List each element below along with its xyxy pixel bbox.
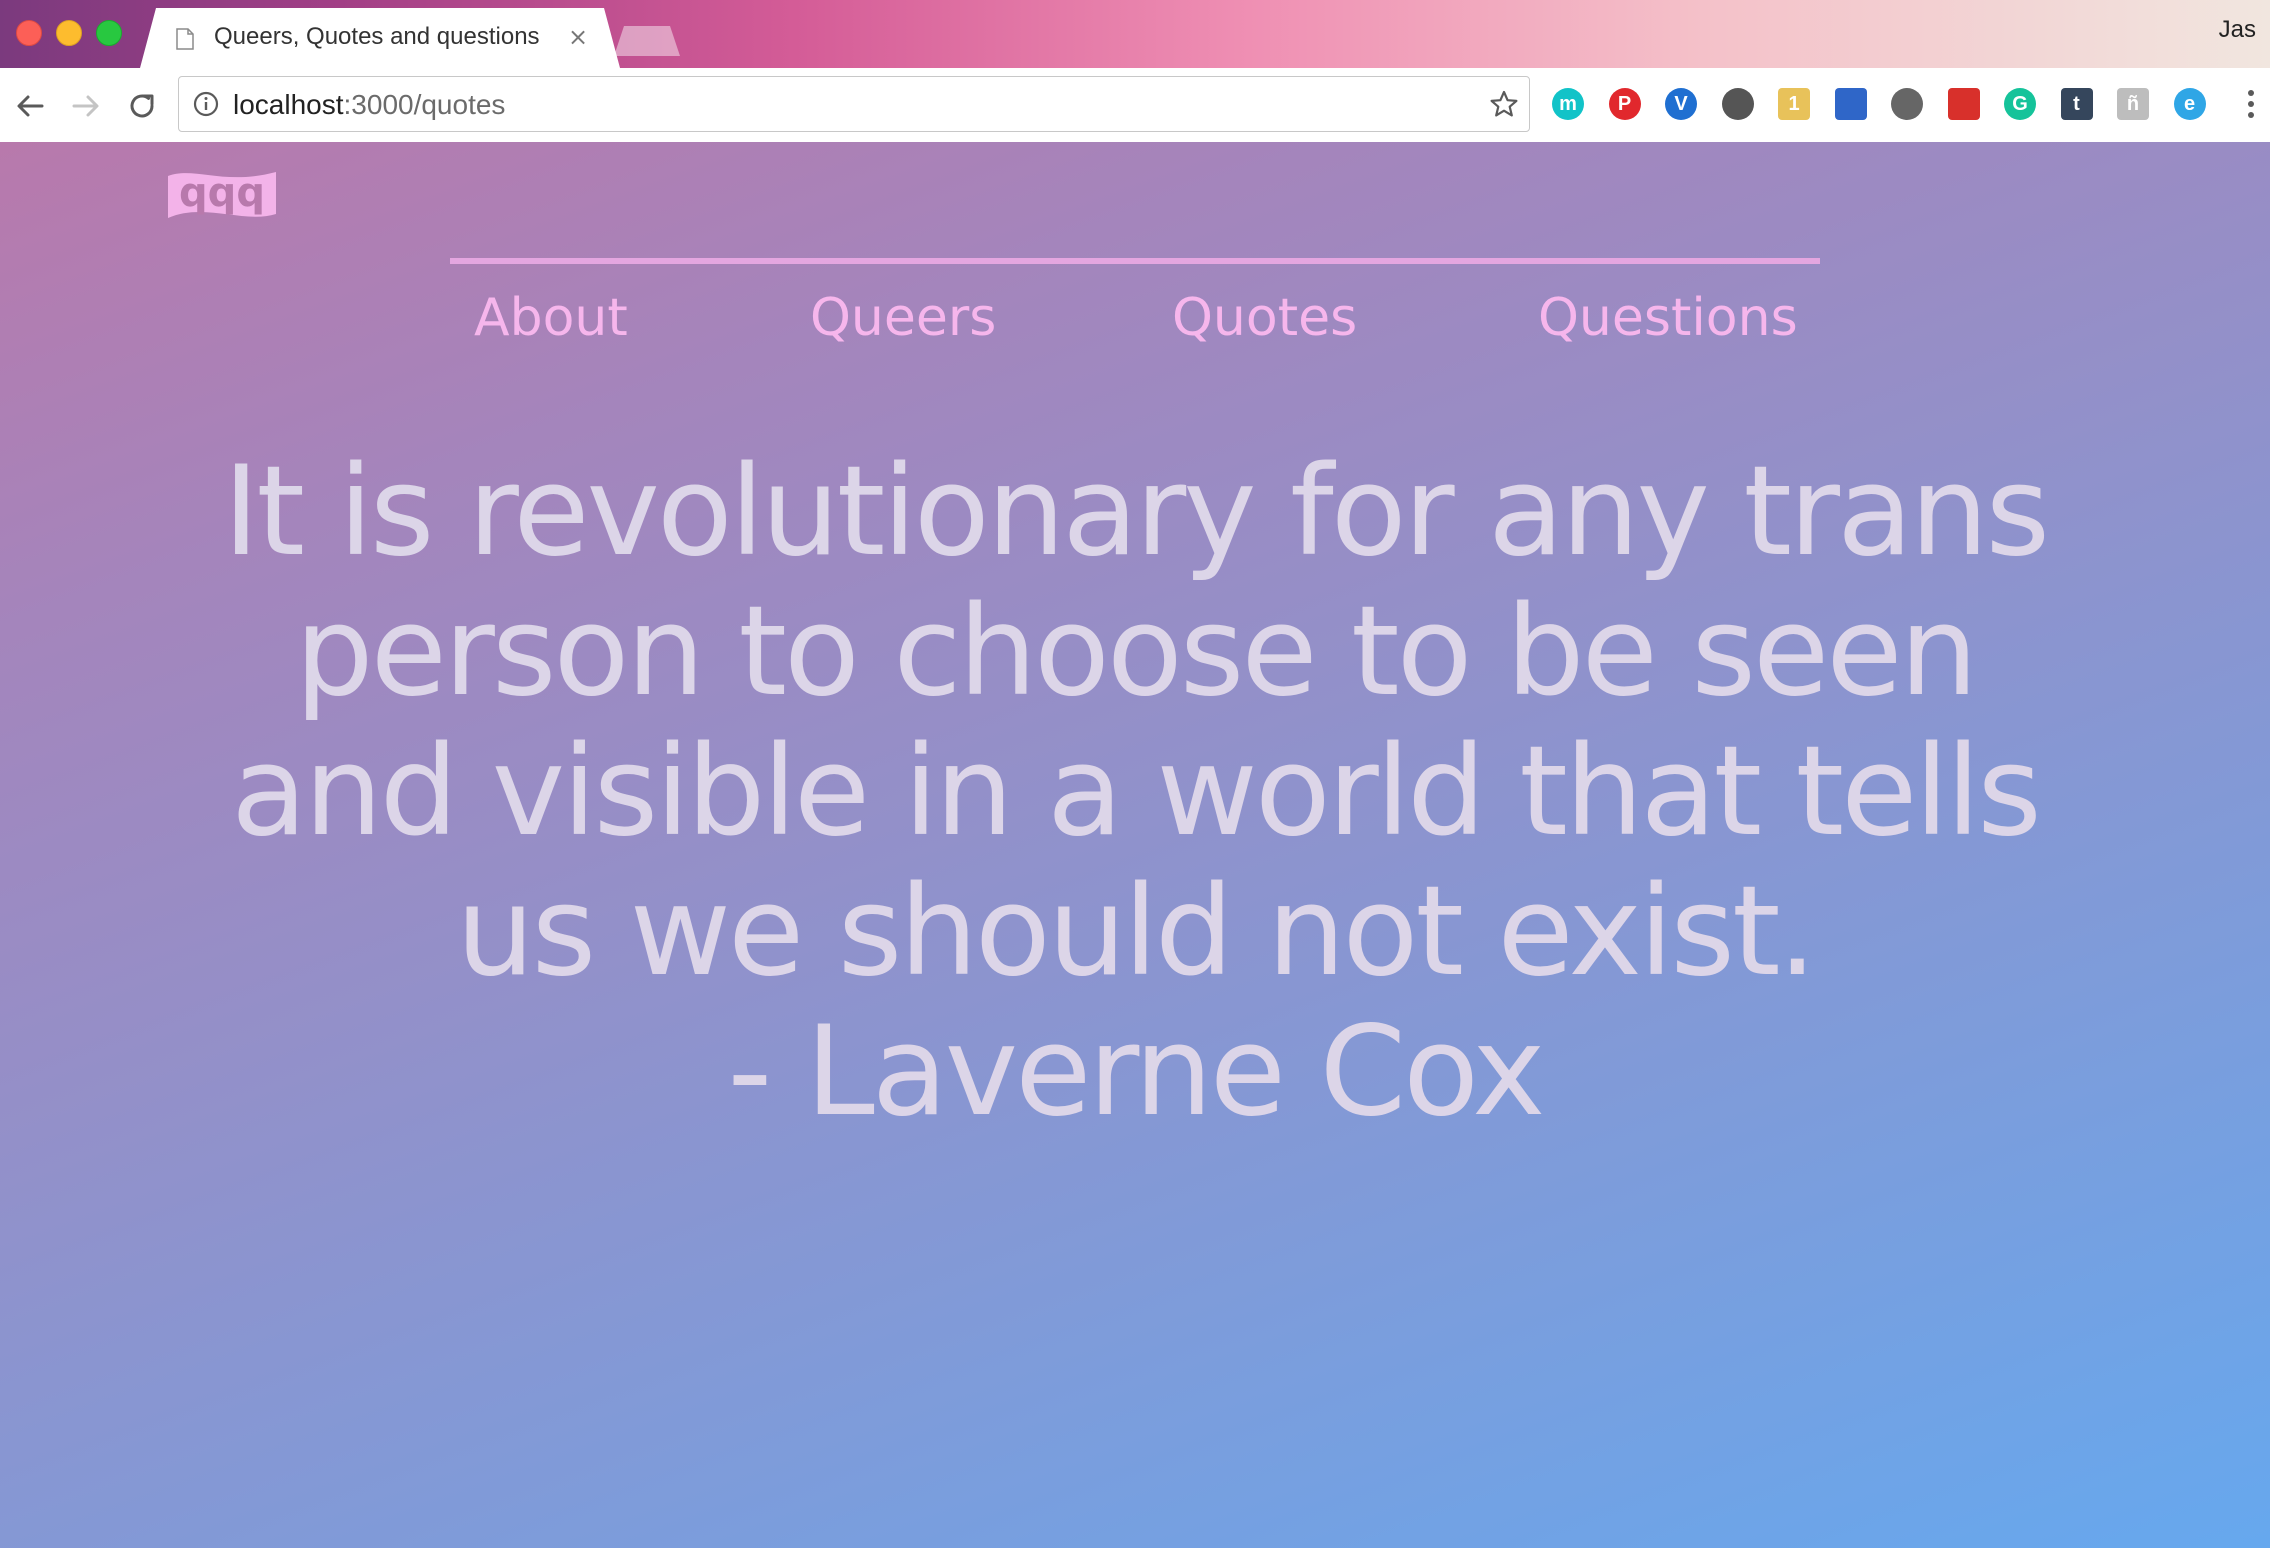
- logo-text: qqq: [179, 170, 265, 216]
- more-menu-icon[interactable]: [2246, 86, 2256, 122]
- nav-link-questions[interactable]: Questions: [1538, 278, 1798, 358]
- url-host: localhost: [233, 89, 344, 120]
- m-extension-icon[interactable]: m: [1552, 88, 1584, 120]
- quote-text: It is revolutionary for any trans person…: [222, 440, 2050, 1004]
- cast-icon[interactable]: [1721, 88, 1754, 120]
- document-icon: [176, 28, 194, 50]
- page-content: qqq About Queers Quotes Questions It is …: [0, 142, 2270, 1548]
- tumblr-icon[interactable]: t: [2060, 88, 2093, 120]
- browser-window: Queers, Quotes and questions × Jas local…: [0, 0, 2270, 1548]
- nav-link-quotes[interactable]: Quotes: [1172, 278, 1357, 358]
- close-window-button[interactable]: [16, 20, 42, 46]
- pinterest-icon[interactable]: P: [1608, 88, 1641, 120]
- address-bar[interactable]: localhost:3000/quotes: [178, 76, 1530, 132]
- title-bar: Queers, Quotes and questions × Jas: [0, 0, 2270, 68]
- new-tab-button[interactable]: [614, 26, 680, 56]
- gray-extension-icon[interactable]: ñ: [2117, 88, 2149, 120]
- grammarly-icon[interactable]: G: [2004, 88, 2036, 120]
- extension-badge-icon[interactable]: 1: [1778, 88, 1810, 120]
- evernote-clip-icon[interactable]: e: [2173, 88, 2206, 120]
- lightbulb-extension-icon[interactable]: [1891, 88, 1923, 120]
- reload-icon[interactable]: [124, 88, 160, 124]
- info-icon[interactable]: [193, 91, 219, 117]
- bookmark-extension-icon[interactable]: [1834, 88, 1867, 120]
- red-extension-icon[interactable]: [1947, 88, 1980, 120]
- url-path: :3000/quotes: [343, 89, 506, 120]
- active-tab[interactable]: Queers, Quotes and questions ×: [140, 8, 620, 68]
- tab-title: Queers, Quotes and questions: [214, 23, 540, 50]
- url-text: localhost:3000/quotes: [233, 89, 505, 121]
- nav-link-queers[interactable]: Queers: [810, 278, 996, 358]
- back-arrow-icon[interactable]: [12, 88, 48, 124]
- zoom-window-button[interactable]: [96, 20, 122, 46]
- forward-arrow-icon[interactable]: [68, 88, 104, 124]
- featured-quote: It is revolutionary for any trans person…: [200, 442, 2070, 1142]
- nav-divider: [450, 258, 1820, 264]
- quote-author: - Laverne Cox: [727, 1000, 1545, 1144]
- profile-name[interactable]: Jas: [2219, 16, 2256, 44]
- minimize-window-button[interactable]: [56, 20, 82, 46]
- bookmark-star-icon[interactable]: [1489, 89, 1519, 119]
- site-logo[interactable]: qqq: [164, 162, 280, 228]
- tab-close-icon[interactable]: ×: [568, 22, 588, 52]
- nav-link-about[interactable]: About: [474, 278, 628, 358]
- main-nav: About Queers Quotes Questions: [450, 278, 1820, 358]
- shield-v-extension-icon[interactable]: V: [1665, 88, 1697, 120]
- browser-toolbar: localhost:3000/quotes mPV 1 Gtñe: [0, 68, 2270, 143]
